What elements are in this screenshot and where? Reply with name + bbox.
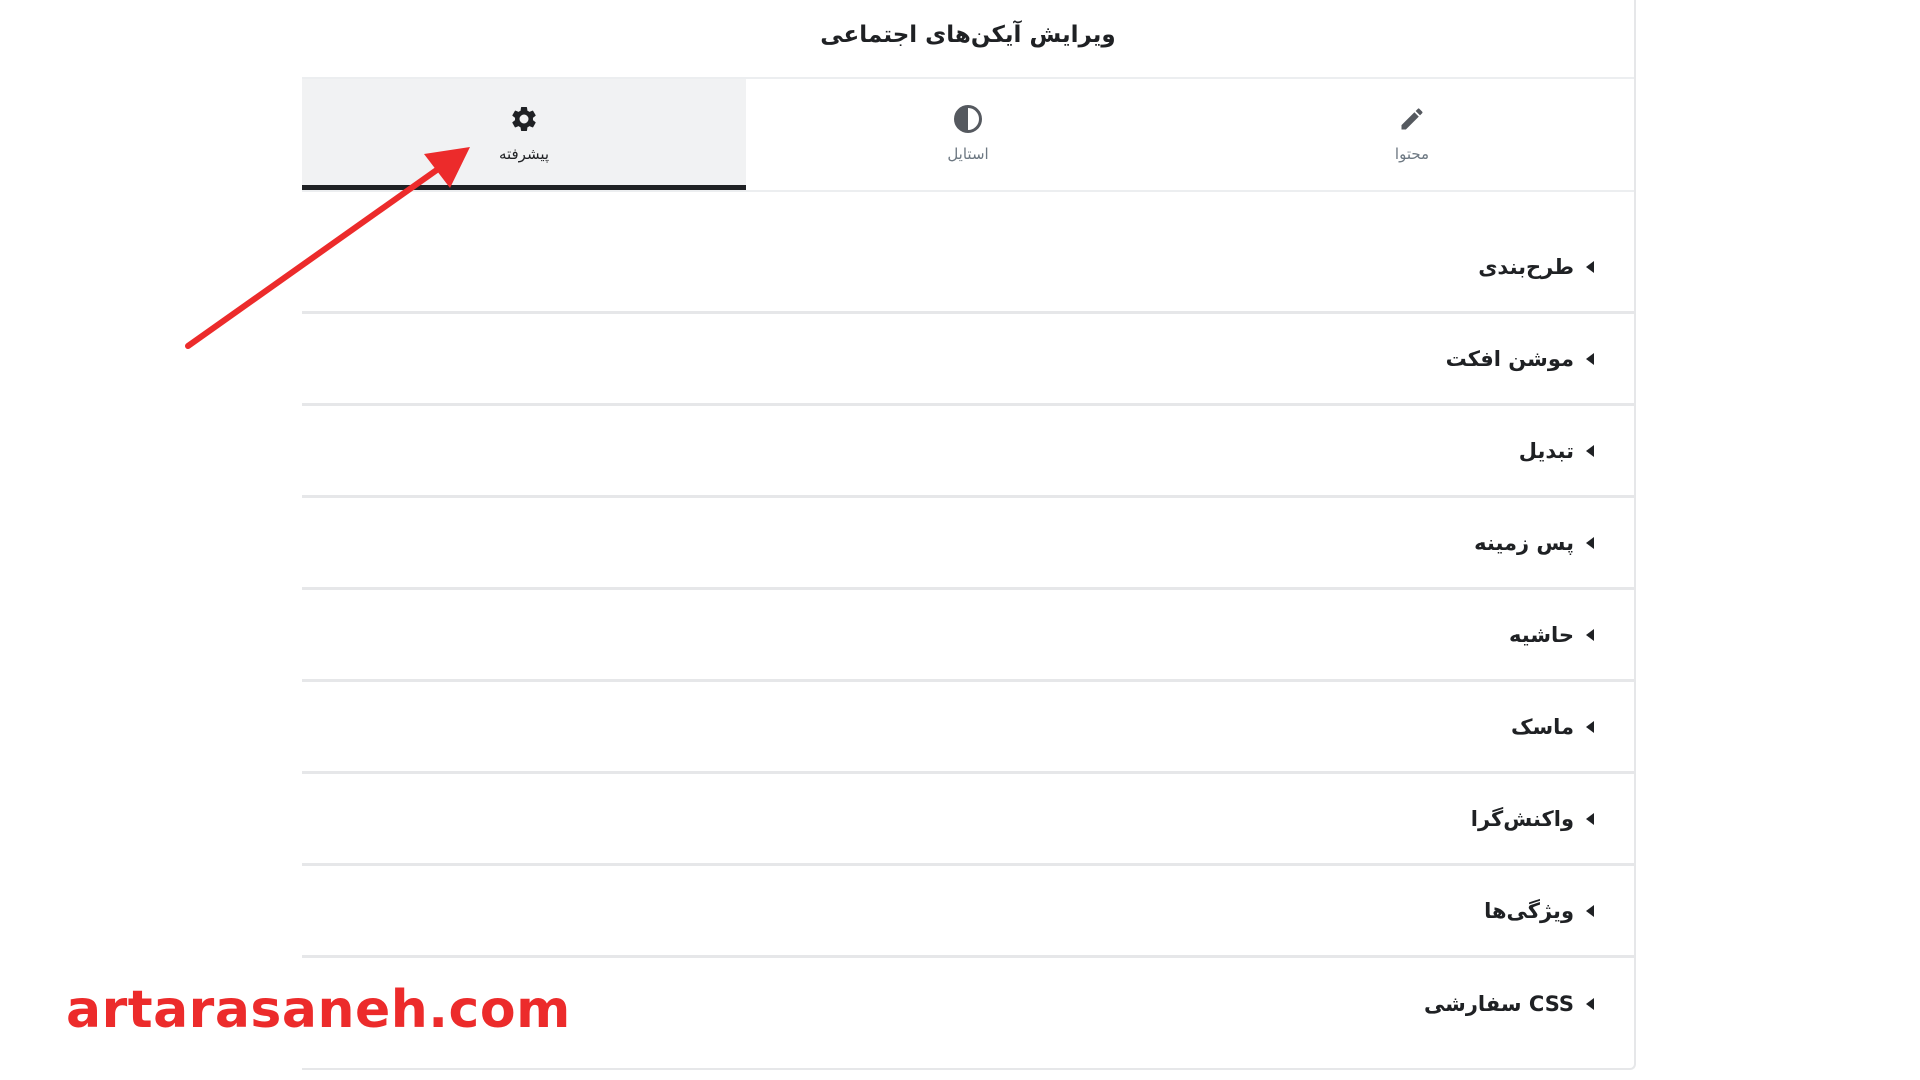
caret-left-icon	[1586, 904, 1594, 917]
gear-icon	[508, 103, 540, 135]
section-attributes[interactable]: ویژگی‌ها	[302, 866, 1634, 958]
caret-left-icon	[1586, 812, 1594, 825]
tab-content[interactable]: محتوا	[1190, 79, 1634, 190]
pencil-icon	[1396, 103, 1428, 135]
section-label: CSS سفارشی	[1423, 992, 1574, 1016]
panel-header: ویرایش آیکن‌های اجتماعی	[302, 0, 1634, 79]
tab-style[interactable]: استایل	[746, 79, 1190, 190]
section-label: حاشیه	[1509, 622, 1574, 647]
caret-left-icon	[1586, 628, 1594, 641]
section-border[interactable]: حاشیه	[302, 590, 1634, 682]
section-list: طرح‌بندی موشن افکت تبدیل پس زمینه حاشیه …	[302, 192, 1634, 1050]
editor-panel: ویرایش آیکن‌های اجتماعی محتوا	[302, 0, 1636, 1070]
panel-title: ویرایش آیکن‌های اجتماعی	[820, 21, 1116, 48]
caret-left-icon	[1586, 720, 1594, 733]
section-label: طرح‌بندی	[1478, 254, 1574, 279]
tab-advanced-label: پیشرفته	[498, 145, 550, 163]
section-responsive[interactable]: واکنش‌گرا	[302, 774, 1634, 866]
caret-left-icon	[1586, 444, 1594, 457]
section-label: موشن افکت	[1445, 346, 1574, 371]
tab-bar: محتوا استایل پیشرفته	[302, 79, 1634, 192]
caret-left-icon	[1586, 536, 1594, 549]
section-motion-effects[interactable]: موشن افکت	[302, 314, 1634, 406]
tab-content-label: محتوا	[1394, 145, 1430, 163]
caret-left-icon	[1586, 352, 1594, 365]
section-transform[interactable]: تبدیل	[302, 406, 1634, 498]
section-label: پس زمینه	[1474, 530, 1574, 555]
caret-left-icon	[1586, 260, 1594, 273]
tab-advanced[interactable]: پیشرفته	[302, 79, 746, 190]
section-label: تبدیل	[1518, 438, 1574, 463]
section-mask[interactable]: ماسک	[302, 682, 1634, 774]
section-background[interactable]: پس زمینه	[302, 498, 1634, 590]
watermark-text: artarasaneh.com	[66, 980, 571, 1040]
section-label: واکنش‌گرا	[1470, 806, 1574, 831]
screenshot-stage: ویرایش آیکن‌های اجتماعی محتوا	[0, 0, 1920, 1080]
tab-style-label: استایل	[947, 145, 989, 163]
section-label: ماسک	[1510, 714, 1574, 739]
section-layout[interactable]: طرح‌بندی	[302, 222, 1634, 314]
section-label: ویژگی‌ها	[1484, 898, 1574, 923]
contrast-icon	[952, 103, 984, 135]
caret-left-icon	[1586, 998, 1594, 1010]
